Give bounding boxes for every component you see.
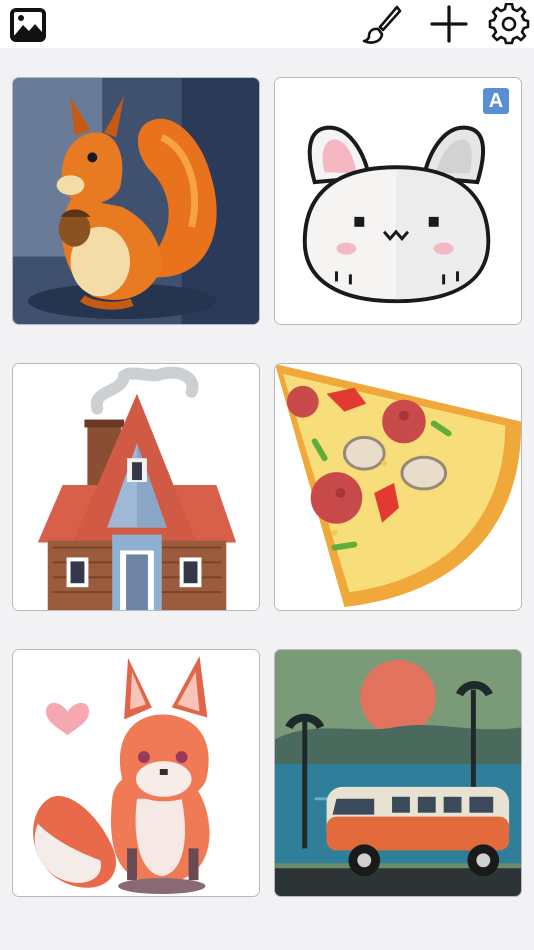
- artwork-card-van[interactable]: [274, 649, 522, 897]
- artwork-card-fox[interactable]: [12, 649, 260, 897]
- top-toolbar: [0, 0, 534, 48]
- artwork-card-pizza[interactable]: [274, 363, 522, 611]
- gear-icon[interactable]: [488, 2, 530, 45]
- artwork-badge: A: [483, 88, 509, 114]
- bunny-image: [275, 78, 521, 324]
- artwork-card-squirrel[interactable]: [12, 77, 260, 325]
- squirrel-image: [13, 78, 259, 324]
- plus-icon[interactable]: [428, 3, 470, 45]
- house-image: [13, 364, 259, 610]
- artwork-card-bunny[interactable]: A: [274, 77, 522, 325]
- van-image: [275, 650, 521, 896]
- pizza-image: [275, 364, 521, 610]
- artwork-grid: A: [12, 77, 523, 899]
- artwork-card-house[interactable]: [12, 363, 260, 611]
- fox-image: [13, 650, 259, 896]
- gallery-icon[interactable]: [8, 5, 48, 45]
- brush-icon[interactable]: [360, 3, 402, 45]
